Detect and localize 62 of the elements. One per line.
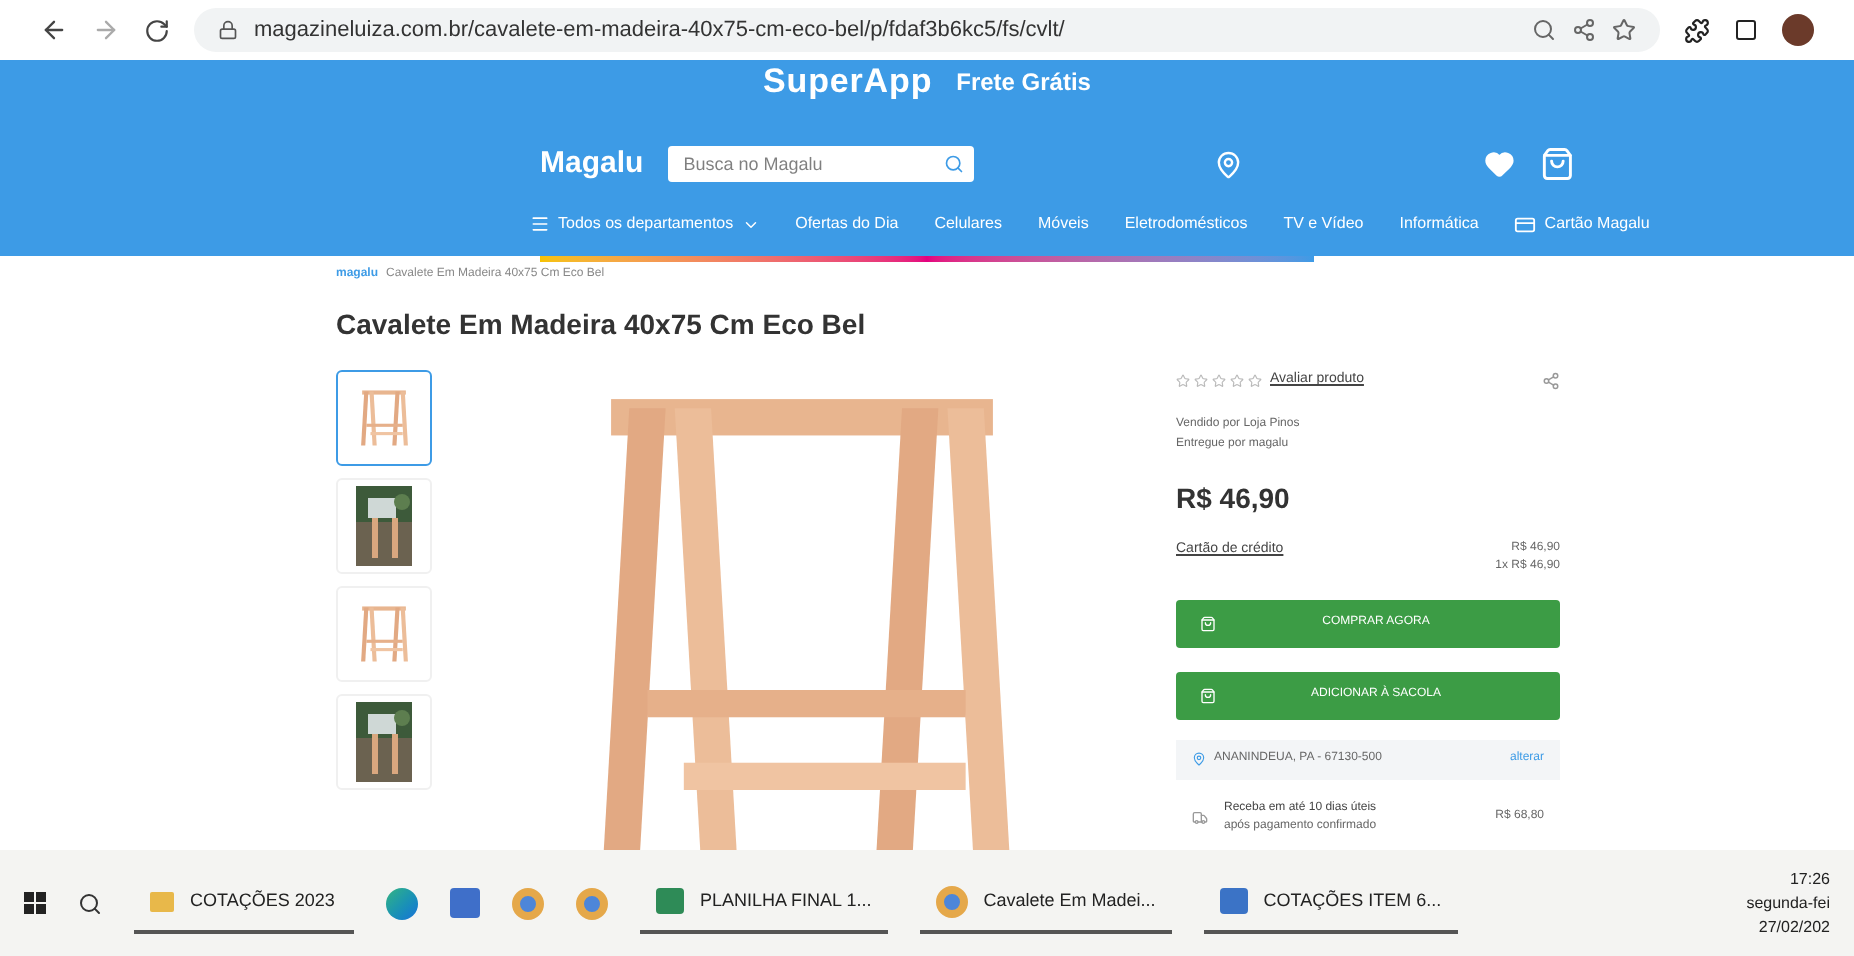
browser-icon[interactable] — [512, 887, 544, 919]
clock-time: 17:26 — [1789, 867, 1830, 891]
search-icon[interactable] — [1532, 18, 1556, 42]
bookmark-icon[interactable] — [1612, 18, 1636, 42]
star-icon[interactable] — [1248, 373, 1262, 388]
nav-link[interactable]: Cartão Magalu — [1544, 212, 1650, 236]
price-text: R$ 46,90 — [1176, 479, 1292, 517]
taskbar-button[interactable]: Cavalete Em Madei... — [919, 873, 1172, 933]
document-icon — [1219, 888, 1248, 914]
star-rating[interactable] — [1176, 373, 1262, 388]
share-icon[interactable] — [1572, 18, 1596, 42]
search-icon[interactable] — [78, 891, 102, 915]
extensions-icon[interactable] — [1684, 17, 1710, 43]
url-text: magazineluiza.com.br/cavalete-em-madeira-40x75-cm-eco-bel/p/fdaf3b6kc5/fs/cvlt/ — [254, 15, 1065, 46]
back-icon[interactable] — [40, 16, 68, 44]
lock-icon — [218, 20, 238, 40]
reload-icon[interactable] — [144, 17, 170, 43]
nav-link[interactable]: Celulares — [934, 212, 1002, 236]
promo-highlight: Frete Grátis — [956, 66, 1091, 100]
taskbar-button[interactable]: COTAÇÕES ITEM 6... — [1203, 873, 1458, 933]
bag-icon — [1200, 615, 1216, 631]
tab-icon[interactable] — [1734, 18, 1758, 42]
easel-icon — [358, 384, 410, 452]
star-icon[interactable] — [1176, 373, 1190, 388]
nav-link[interactable]: Ofertas do Dia — [795, 212, 899, 236]
address-bar[interactable]: magazineluiza.com.br/cavalete-em-madeira-40x75-cm-eco-bel/p/fdaf3b6kc5/fs/cvlt/ — [194, 8, 1660, 52]
avatar-icon[interactable] — [1782, 14, 1814, 46]
browser-icon[interactable] — [576, 887, 608, 919]
superapp-logo[interactable]: SuperApp — [763, 56, 933, 108]
star-icon[interactable] — [1194, 373, 1208, 388]
nav-link[interactable]: Eletrodomésticos — [1124, 212, 1248, 236]
browser-icon[interactable] — [935, 885, 968, 917]
search-field[interactable]: Busca no Magalu — [667, 146, 934, 182]
clock-date: 27/02/202 — [1758, 915, 1830, 939]
location-icon[interactable] — [1214, 149, 1244, 179]
taskbar-button[interactable]: COTAÇÕES 2023 — [134, 873, 354, 933]
magalu-logo[interactable]: Magalu — [540, 141, 644, 187]
share-icon[interactable] — [1542, 371, 1560, 390]
star-icon[interactable] — [1230, 373, 1244, 388]
menu-icon — [530, 214, 550, 234]
nav-link[interactable]: Informática — [1399, 212, 1479, 236]
thumbnail[interactable] — [336, 370, 432, 466]
start-icon[interactable] — [24, 892, 46, 914]
spreadsheet-icon — [656, 888, 684, 914]
nav-link[interactable]: Todos os departamentos — [558, 212, 734, 236]
nav-link[interactable]: Móveis — [1037, 212, 1089, 236]
star-icon[interactable] — [1212, 373, 1226, 388]
folder-icon — [150, 891, 174, 911]
forward-icon[interactable] — [92, 16, 120, 44]
location-icon — [1192, 752, 1206, 766]
card-icon — [1514, 213, 1537, 235]
heart-icon[interactable] — [1484, 148, 1516, 180]
search-button[interactable] — [933, 146, 974, 182]
browser-icon[interactable] — [386, 887, 418, 919]
taskbar-button[interactable]: PLANILHA FINAL 1... — [640, 873, 888, 933]
product-title: Cavalete Em Madeira 40x75 Cm Eco Bel — [336, 306, 868, 344]
bag-icon — [1200, 687, 1216, 703]
easel-icon — [358, 600, 410, 668]
truck-icon — [1192, 809, 1208, 825]
clock-day: segunda-fei — [1746, 891, 1830, 915]
bag-icon[interactable] — [1539, 146, 1575, 182]
nav-link[interactable]: TV e Vídeo — [1283, 212, 1364, 236]
